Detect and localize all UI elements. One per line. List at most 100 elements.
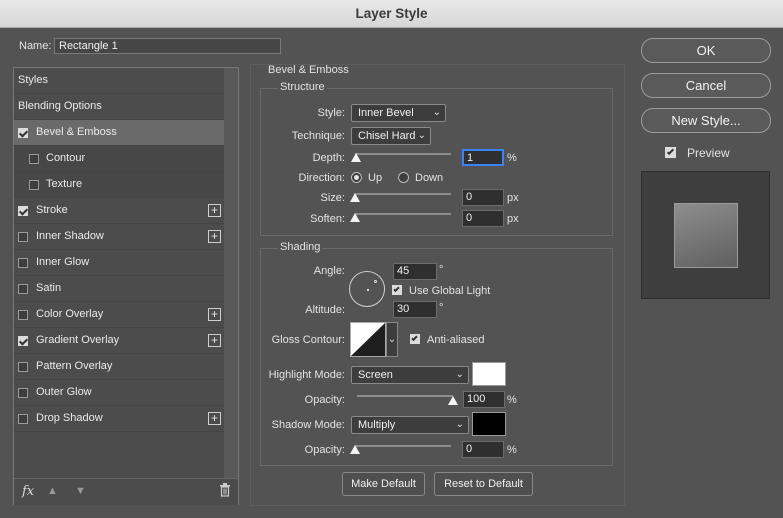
style-item-gradient-overlay[interactable]: Gradient Overlay + [14,328,224,354]
style-item-label: Color Overlay [36,308,104,320]
shading-heading: Shading [278,241,323,253]
direction-label: Direction: [298,172,345,184]
style-item-pattern-overlay[interactable]: Pattern Overlay [14,354,224,380]
style-item-satin[interactable]: Satin [14,276,224,302]
chevron-down-icon: ⌄ [387,334,397,345]
direction-down-label: Down [415,172,444,184]
style-checkbox-stroke[interactable] [18,206,28,216]
depth-slider[interactable] [355,153,451,155]
anti-aliased-checkbox[interactable] [410,334,420,344]
name-input[interactable]: Rectangle 1 [54,38,281,54]
highlight-opacity-input[interactable]: 100 [463,391,505,408]
add-effect-icon[interactable]: + [208,412,221,425]
new-style-button[interactable]: New Style... [641,108,771,133]
add-effect-icon[interactable]: + [208,204,221,217]
style-checkbox-bevel-and-emboss[interactable] [18,128,28,138]
shadow-opacity-slider[interactable] [355,445,451,447]
size-label: Size: [320,192,345,204]
move-down-icon[interactable]: ▼ [75,485,86,497]
trash-icon[interactable] [219,483,231,500]
angle-unit: ° [439,264,444,276]
style-item-stroke[interactable]: Stroke + [14,198,224,224]
style-checkbox-outer-glow[interactable] [18,388,28,398]
style-item-bevel-and-emboss[interactable]: Bevel & Emboss [14,120,224,146]
styles-scrollbar[interactable] [224,68,238,478]
style-checkbox-satin[interactable] [18,284,28,294]
technique-select[interactable]: Chisel Hard ⌄ [351,127,431,145]
style-checkbox-pattern-overlay[interactable] [18,362,28,372]
size-input[interactable]: 0 [462,189,504,206]
anti-aliased-label: Anti-aliased [427,334,485,346]
style-item-label: Texture [46,178,83,190]
shadow-mode-label: Shadow Mode: [271,419,345,431]
highlight-color-swatch[interactable] [472,362,506,386]
preview-checkbox[interactable] [665,147,676,158]
style-item-color-overlay[interactable]: Color Overlay + [14,302,224,328]
size-unit: px [507,192,519,204]
shadow-mode-select[interactable]: Multiply ⌄ [351,416,469,434]
highlight-mode-select[interactable]: Screen ⌄ [351,366,469,384]
shadow-color-swatch[interactable] [472,412,506,436]
add-effect-icon[interactable]: + [208,230,221,243]
style-item-outer-glow[interactable]: Outer Glow [14,380,224,406]
style-checkbox-inner-glow[interactable] [18,258,28,268]
altitude-input[interactable]: 30 [393,301,437,318]
direction-down-radio[interactable] [398,172,409,183]
preview-canvas [641,171,770,299]
style-item-label: Drop Shadow [36,412,103,424]
global-light-checkbox[interactable] [392,285,402,295]
gloss-contour-preview[interactable] [350,322,386,357]
bevel-heading: Bevel & Emboss [268,64,349,76]
preview-label: Preview [687,146,730,160]
shadow-mode-value: Multiply [358,419,396,431]
chevron-down-icon: ⌄ [455,369,464,380]
style-item-drop-shadow[interactable]: Drop Shadow + [14,406,224,432]
style-item-texture[interactable]: Texture [14,172,224,198]
add-effect-icon[interactable]: + [208,308,221,321]
style-checkbox-drop-shadow[interactable] [18,414,28,424]
make-default-button[interactable]: Make Default [342,472,425,496]
move-up-icon[interactable]: ▲ [47,485,58,497]
cancel-button[interactable]: Cancel [641,73,771,98]
name-label: Name: [19,40,52,52]
chevron-down-icon: ⌄ [432,107,441,118]
fx-icon[interactable]: fx [22,484,34,499]
soften-slider-thumb[interactable] [350,213,360,222]
shadow-opacity-label: Opacity: [304,444,345,456]
angle-dial[interactable] [349,271,385,307]
style-select[interactable]: Inner Bevel ⌄ [351,104,446,122]
technique-label: Technique: [291,130,345,142]
highlight-opacity-thumb[interactable] [448,396,458,405]
style-checkbox-color-overlay[interactable] [18,310,28,320]
style-checkbox-texture[interactable] [29,180,39,190]
style-item-label: Satin [36,282,62,294]
soften-slider[interactable] [355,213,451,215]
style-item-contour[interactable]: Contour [14,146,224,172]
style-item-blending-options[interactable]: Blending Options [14,94,224,120]
depth-input[interactable]: 1 [462,149,504,166]
gloss-contour-label: Gloss Contour: [271,334,345,346]
style-item-label: Pattern Overlay [36,360,113,372]
style-checkbox-gradient-overlay[interactable] [18,336,28,346]
depth-slider-thumb[interactable] [350,153,361,162]
styles-panel: Styles Blending Options Bevel & Emboss Cont… [13,67,239,505]
angle-input[interactable]: 45 [393,263,437,280]
style-item-styles[interactable]: Styles [14,68,224,94]
reset-default-button[interactable]: Reset to Default [434,472,533,496]
style-item-inner-glow[interactable]: Inner Glow [14,250,224,276]
add-effect-icon[interactable]: + [208,334,221,347]
technique-select-value: Chisel Hard [358,130,416,142]
size-slider-thumb[interactable] [350,193,360,202]
depth-label: Depth: [312,152,345,164]
style-checkbox-contour[interactable] [29,154,39,164]
ok-button[interactable]: OK [641,38,771,63]
style-item-inner-shadow[interactable]: Inner Shadow + [14,224,224,250]
style-checkbox-inner-shadow[interactable] [18,232,28,242]
direction-up-radio[interactable] [351,172,362,183]
shadow-opacity-thumb[interactable] [350,445,360,454]
highlight-opacity-slider[interactable] [357,395,453,397]
gloss-contour-dropdown[interactable]: ⌄ [386,322,398,357]
size-slider[interactable] [355,193,451,195]
soften-input[interactable]: 0 [462,210,504,227]
shadow-opacity-input[interactable]: 0 [462,441,504,458]
